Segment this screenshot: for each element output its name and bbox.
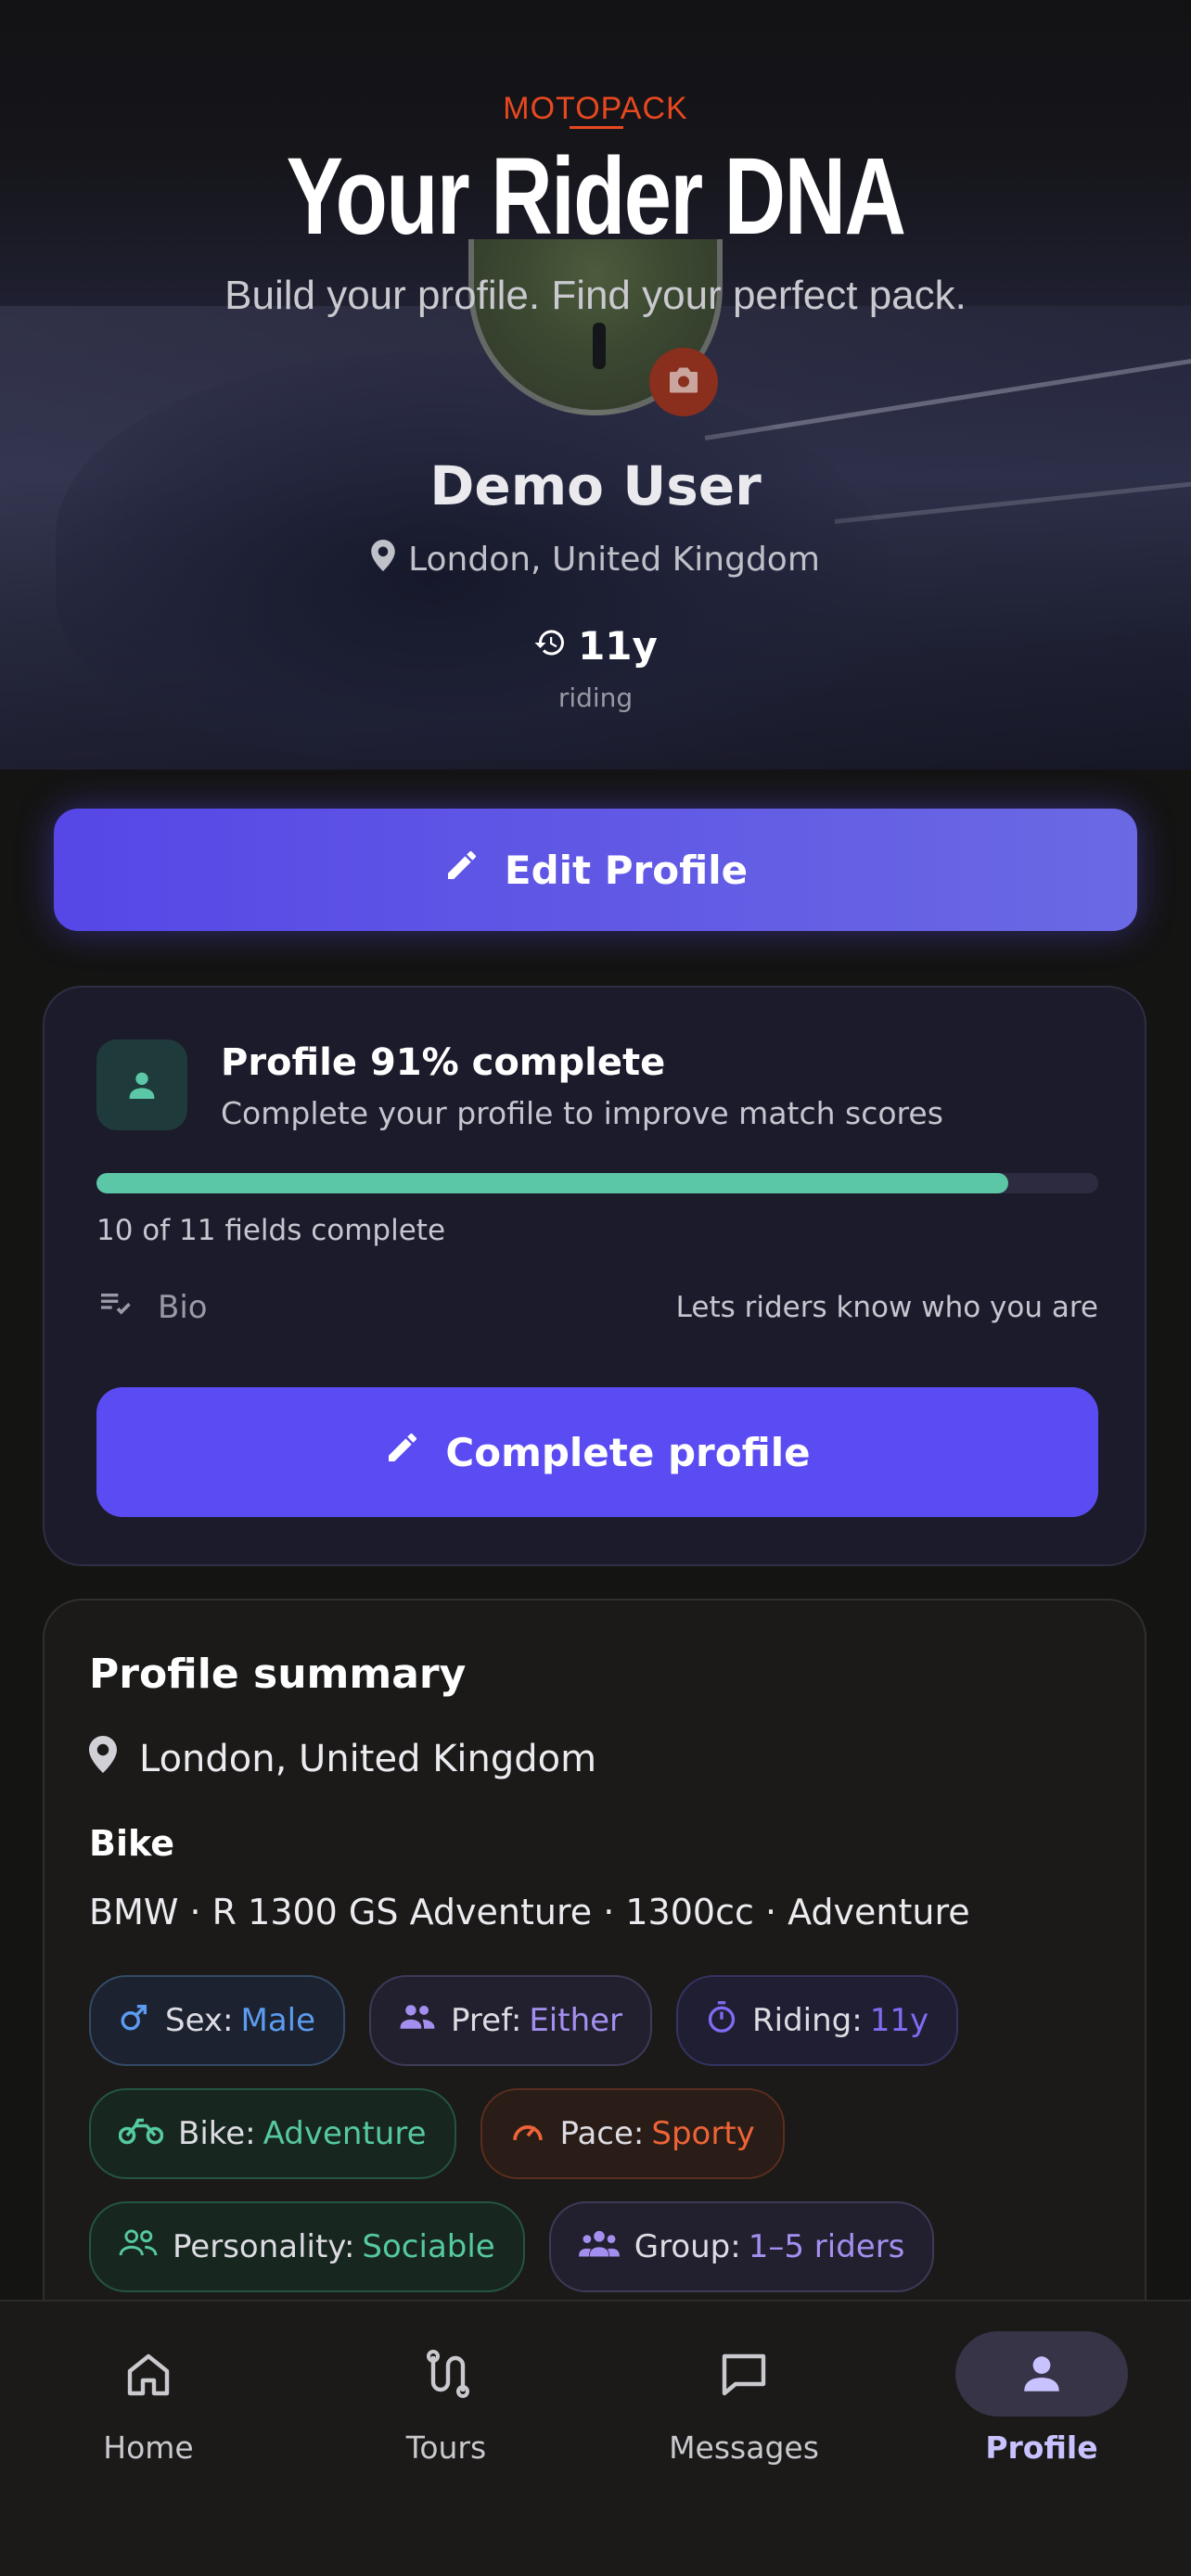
profile-completion-card: Profile 91% complete Complete your profi… — [43, 986, 1146, 1566]
missing-field-row[interactable]: Bio Lets riders know who you are — [96, 1284, 1098, 1330]
history-icon — [533, 623, 567, 669]
group-icon — [578, 2228, 620, 2266]
chip-value: Either — [529, 2002, 623, 2039]
group-outline-icon — [119, 2228, 158, 2266]
chip-value: Adventure — [263, 2115, 427, 2152]
people-icon — [399, 2001, 436, 2041]
brand-name: MOTOPACK — [503, 91, 688, 126]
edit-notes-icon — [96, 1284, 134, 1330]
page-subtitle: Build your profile. Find your perfect pa… — [224, 273, 967, 318]
chip-key: Bike: — [178, 2115, 256, 2152]
completion-progress-bar — [96, 1173, 1098, 1193]
profile-hero: MOTOPACK Your Rider DNA Build your profi… — [0, 0, 1191, 770]
tab-label: Messages — [669, 2429, 819, 2466]
user-location: London, United Kingdom — [0, 540, 1191, 580]
bike-details: BMW · R 1300 GS Adventure · 1300cc · Adv… — [89, 1892, 970, 1932]
pencil-icon — [384, 1429, 421, 1475]
chip-group[interactable]: Group: 1–5 riders — [548, 2201, 935, 2292]
chip-value: 1–5 riders — [748, 2228, 905, 2265]
fields-count: 10 of 11 fields complete — [96, 1214, 446, 1247]
person-icon — [96, 1039, 187, 1130]
bottom-tab-bar: Home Tours Messages Profile — [0, 2300, 1191, 2576]
chip-key: Sex: — [165, 2002, 234, 2039]
home-icon — [62, 2331, 235, 2417]
completion-title: Profile 91% complete — [221, 1041, 666, 1084]
user-name: Demo User — [429, 454, 762, 517]
page-title: Your Rider DNA — [286, 135, 906, 258]
pencil-icon — [443, 847, 480, 893]
avatar-rider-figure — [593, 323, 606, 369]
speedometer-icon — [510, 2114, 545, 2154]
complete-profile-label: Complete profile — [445, 1429, 811, 1475]
summary-title: Profile summary — [89, 1651, 467, 1698]
chip-value: Sociable — [362, 2228, 495, 2265]
chip-key: Group: — [634, 2228, 741, 2265]
tab-label: Profile — [985, 2429, 1098, 2466]
person-icon — [955, 2331, 1128, 2417]
brand-underline — [570, 126, 623, 129]
summary-location: London, United Kingdom — [89, 1736, 596, 1782]
riding-stat: 11y — [0, 623, 1191, 669]
complete-profile-button[interactable]: Complete profile — [96, 1387, 1098, 1517]
tab-tours[interactable]: Tours — [349, 2331, 544, 2466]
male-icon — [119, 2001, 150, 2041]
edit-profile-button[interactable]: Edit Profile — [54, 809, 1137, 931]
camera-icon — [667, 366, 700, 398]
summary-location-text: London, United Kingdom — [139, 1738, 597, 1780]
chip-value: Male — [240, 2002, 316, 2039]
message-icon — [658, 2331, 830, 2417]
chip-sex[interactable]: Sex: Male — [89, 1975, 346, 2066]
riding-years-label: riding — [557, 682, 634, 713]
tab-messages[interactable]: Messages — [647, 2331, 841, 2466]
completion-description: Complete your profile to improve match s… — [221, 1095, 943, 1131]
change-photo-button[interactable] — [649, 348, 718, 416]
chip-pref[interactable]: Pref: Either — [369, 1975, 653, 2066]
motorcycle-icon — [118, 2115, 164, 2153]
location-pin-icon — [371, 540, 395, 580]
riding-years-value: 11y — [578, 623, 658, 669]
route-icon — [360, 2331, 532, 2417]
tab-home[interactable]: Home — [51, 2331, 246, 2466]
chip-value: 11y — [869, 2002, 929, 2039]
chip-bike[interactable]: Bike: Adventure — [89, 2088, 456, 2179]
chip-value: Sporty — [651, 2115, 755, 2152]
missing-field-label: Bio — [158, 1288, 208, 1326]
timer-icon — [706, 2000, 737, 2042]
chip-key: Riding: — [752, 2002, 863, 2039]
location-pin-icon — [89, 1736, 117, 1782]
user-location-text: London, United Kingdom — [408, 541, 820, 579]
edit-profile-label: Edit Profile — [504, 847, 749, 893]
chip-key: Pace: — [559, 2115, 645, 2152]
missing-field-hint: Lets riders know who you are — [675, 1290, 1098, 1324]
tab-profile[interactable]: Profile — [944, 2331, 1139, 2466]
chip-key: Pref: — [451, 2002, 522, 2039]
chip-personality[interactable]: Personality: Sociable — [89, 2201, 525, 2292]
chip-riding[interactable]: Riding: 11y — [676, 1975, 959, 2066]
chip-key: Personality: — [173, 2228, 355, 2265]
tab-label: Tours — [405, 2429, 487, 2466]
completion-progress-fill — [96, 1173, 1008, 1193]
tab-label: Home — [103, 2429, 194, 2466]
bike-heading: Bike — [89, 1823, 175, 1864]
chip-pace[interactable]: Pace: Sporty — [480, 2088, 785, 2179]
